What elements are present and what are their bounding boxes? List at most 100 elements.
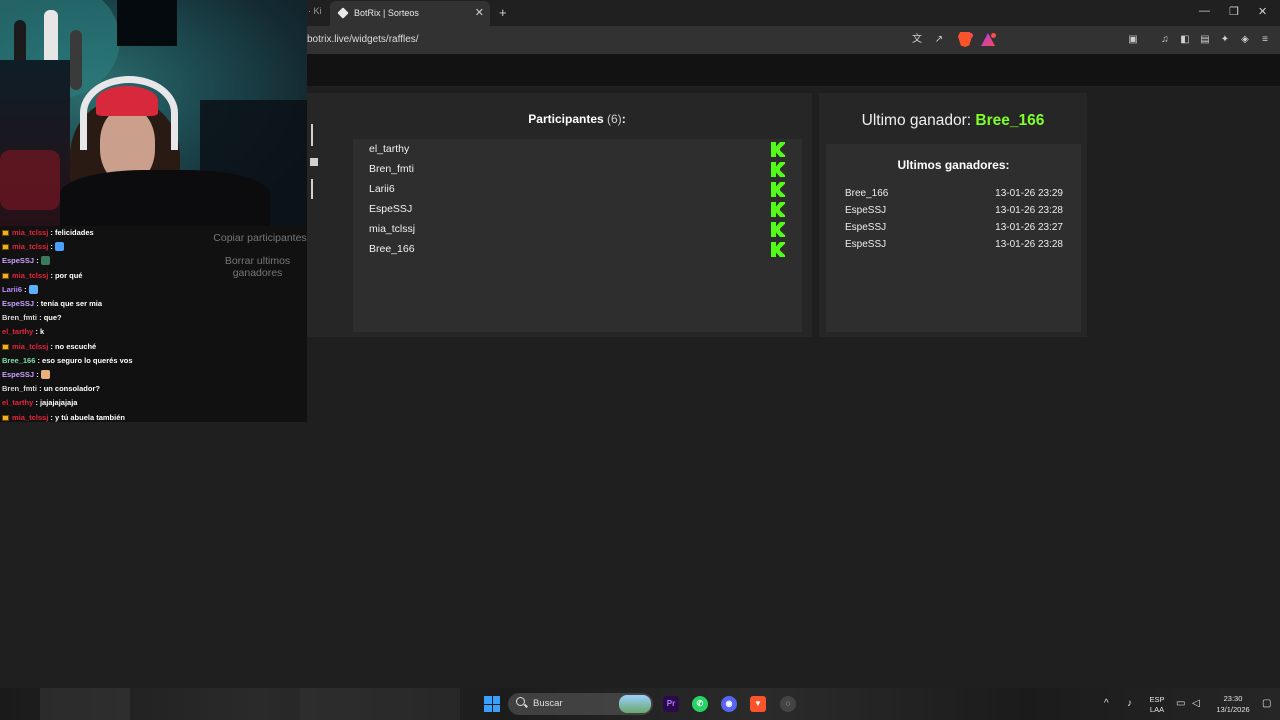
winners-title: Ultimos ganadores:: [897, 158, 1010, 172]
chat-username: mia_tclssj: [12, 412, 49, 422]
close-window-button[interactable]: ✕: [1258, 5, 1267, 18]
winner-name: EspeSSJ: [845, 222, 887, 233]
wallet-icon[interactable]: ▤: [1198, 33, 1212, 47]
clock-time[interactable]: 23:30: [1210, 694, 1256, 703]
chat-emote-icon: [40, 256, 50, 266]
screenshot-icon[interactable]: ▣: [1126, 33, 1140, 47]
clock-date[interactable]: 13/1/2026: [1210, 705, 1256, 714]
participants-list: el_tarthy Bren_fmti Larii6 EspeSSJ mia_t…: [353, 139, 802, 332]
premiere-pro-icon[interactable]: Pr: [663, 696, 679, 712]
chat-username: EspeSSJ: [2, 370, 35, 379]
participant-name: EspeSSJ: [369, 203, 413, 215]
new-tab-button[interactable]: +: [499, 5, 507, 20]
chat-separator: :: [48, 242, 55, 252]
vpn-icon[interactable]: ◈: [1238, 33, 1252, 47]
tab-botrix-sorteos[interactable]: BotRix | Sorteos ✕: [330, 1, 490, 26]
last-winner-name: Bree_166: [975, 112, 1045, 129]
chat-message: mia_tclssj : y tú abuela también: [2, 411, 125, 425]
subscriber-badge-icon: [2, 414, 9, 421]
chat-separator: :: [37, 313, 44, 323]
winner-time: 13-01-26 23:27: [995, 222, 1063, 233]
subscriber-badge-icon: [2, 230, 9, 236]
winner-row: EspeSSJ 13-01-26 23:28: [845, 205, 1063, 221]
participant-row: el_tarthy: [369, 140, 789, 160]
chat-message: mia_tclssj :: [2, 240, 64, 254]
winners-list-box: Ultimos ganadores: Bree_166 13-01-26 23:…: [826, 144, 1081, 332]
winner-time: 13-01-26 23:28: [995, 205, 1063, 216]
start-icon[interactable]: [484, 696, 500, 712]
chat-text: k: [39, 327, 45, 337]
participants-count: (6): [607, 112, 622, 126]
tab-title: BotRix | Sorteos: [354, 8, 419, 18]
chat-text: felicidades: [54, 228, 94, 237]
restore-button[interactable]: ❐: [1229, 5, 1239, 18]
network-icon[interactable]: ▭: [1176, 698, 1185, 709]
search-icon: [516, 697, 525, 706]
volume-icon[interactable]: ◁: [1192, 698, 1200, 709]
page-header-strip: [307, 54, 1280, 86]
chat-username: mia_tclssj: [12, 341, 49, 351]
winner-name: EspeSSJ: [845, 205, 887, 216]
whatsapp-icon[interactable]: ✆: [692, 696, 708, 712]
webcam-body: [60, 170, 270, 226]
chat-text: eso seguro lo querés vos: [42, 355, 133, 365]
chat-username: Bren_fmti: [2, 384, 38, 394]
kick-icon: [771, 182, 785, 197]
language-indicator-top[interactable]: ESP: [1145, 695, 1169, 704]
chat-username: el_tarthy: [2, 327, 34, 337]
chat-message: EspeSSJ : tenía que ser mia: [2, 297, 102, 311]
previous-tab-fragment[interactable]: · Ki: [308, 6, 322, 16]
search-highlight-image: [619, 695, 651, 713]
tray-chevron-icon[interactable]: ^: [1104, 698, 1109, 709]
chat-separator: :: [33, 398, 40, 408]
url-field[interactable]: botrix.live/widgets/raffles/: [307, 34, 419, 45]
chat-username: el_tarthy: [2, 398, 34, 408]
participant-row: Larii6: [369, 180, 789, 200]
windows-taskbar: Buscar Pr ✆ ◉ ▼ ◌ ^ ♪ ESP LAA ▭ ◁ 23:30 …: [0, 688, 1280, 720]
chat-emote-icon: [54, 242, 64, 252]
menu-icon[interactable]: ≡: [1258, 33, 1272, 47]
webcam-background: [0, 150, 60, 210]
chat-text: tenía que ser mia: [40, 299, 103, 308]
kick-icon: [771, 222, 785, 237]
chat-text: y tú abuela también: [54, 412, 125, 422]
media-icon[interactable]: ♫: [1158, 33, 1172, 47]
webcam-headphones: [80, 76, 178, 150]
tab-close-icon[interactable]: ✕: [475, 6, 484, 19]
screen: · Ki BotRix | Sorteos ✕ + — ❐ ✕ botrix.l…: [0, 0, 1280, 720]
taskbar-search[interactable]: Buscar: [508, 693, 653, 715]
app-icon[interactable]: ◌: [780, 696, 796, 712]
participant-name: mia_tclssj: [369, 223, 416, 235]
last-winner-label: Ultimo ganador:: [861, 112, 972, 129]
chat-emote-icon: [40, 370, 50, 379]
chat-text: no escuché: [54, 341, 97, 351]
leo-ai-icon[interactable]: ✦: [1218, 33, 1232, 47]
chat-separator: :: [33, 327, 40, 337]
chat-text: que?: [43, 313, 62, 323]
subscriber-badge-icon: [2, 272, 9, 279]
microphone-icon[interactable]: ♪: [1127, 698, 1132, 709]
participant-row: Bree_166: [369, 240, 789, 260]
subscriber-badge-icon: [2, 343, 9, 350]
participant-name: Larii6: [369, 183, 395, 195]
notification-icon[interactable]: ▢: [1262, 698, 1271, 709]
chat-message: Larii6 :: [2, 283, 38, 297]
chat-emote-icon: [28, 284, 38, 294]
discord-icon[interactable]: ◉: [721, 696, 737, 712]
chat-separator: :: [37, 384, 44, 394]
checkbox-edge[interactable]: [310, 158, 318, 166]
participants-label: Participantes: [528, 112, 604, 126]
chat-username: mia_tclssj: [12, 242, 49, 252]
brave-browser-icon[interactable]: ▼: [750, 696, 766, 712]
chat-username: EspeSSJ: [2, 299, 35, 308]
chat-overlay: mia_tclssj : felicidades mia_tclssj : Esp…: [0, 226, 307, 422]
input-edge: [311, 124, 313, 146]
share-icon[interactable]: ↗: [932, 33, 946, 47]
language-indicator-bottom[interactable]: LAA: [1145, 705, 1169, 714]
last-winner-heading: Ultimo ganador: Bree_166: [819, 112, 1087, 130]
sidebar-icon[interactable]: ◧: [1178, 33, 1192, 47]
chat-message: mia_tclssj : por qué: [2, 269, 82, 283]
minimize-button[interactable]: —: [1199, 5, 1210, 17]
translate-icon[interactable]: 文: [910, 33, 924, 47]
webcam-guitar: [70, 30, 82, 90]
